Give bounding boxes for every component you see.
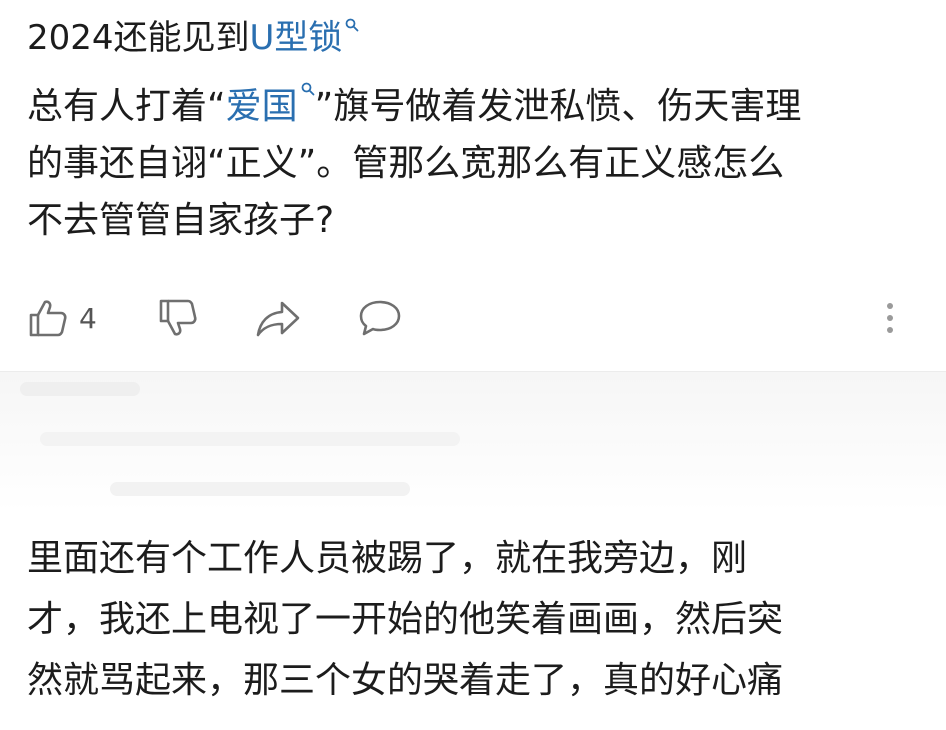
placeholder-bar — [40, 432, 460, 446]
more-vertical-icon — [887, 303, 893, 333]
body-text-segment: 总有人打着“ — [27, 86, 226, 127]
search-link-label: U型锁 — [249, 18, 343, 58]
comment-title: 2024还能见到U型锁 — [27, 14, 359, 62]
blurred-content-area — [0, 372, 946, 512]
like-count: 4 — [79, 301, 97, 335]
search-link-patriotism[interactable]: 爱国 — [225, 82, 315, 127]
comment-body-line: 才，我还上电视了一开始的他笑着画画，然后突 — [27, 599, 784, 640]
dislike-button[interactable] — [157, 290, 199, 346]
placeholder-bar — [110, 482, 410, 496]
comment-body-line: 总有人打着“爱国 ”旗号做着发泄私愤、伤天害理 — [27, 78, 919, 135]
comment-body: 里面还有个工作人员被踢了，就在我旁边，刚 才，我还上电视了一开始的他笑着画画，然… — [27, 528, 919, 711]
reply-button[interactable] — [357, 290, 403, 346]
comment-body-line: 里面还有个工作人员被踢了，就在我旁边，刚 — [27, 538, 748, 579]
share-button[interactable] — [255, 290, 301, 346]
like-button[interactable]: 4 — [27, 290, 97, 346]
search-icon — [301, 82, 315, 96]
comment-icon — [359, 300, 401, 336]
search-link-label: 爱国 — [225, 86, 298, 127]
comment-body: 总有人打着“爱国 ”旗号做着发泄私愤、伤天害理 的事还自诩“正义”。管那么宽那么有… — [27, 78, 919, 249]
more-options-button[interactable] — [880, 290, 900, 346]
comment-body-line: 然就骂起来，那三个女的哭着走了，真的好心痛 — [27, 660, 784, 701]
comment-body-line: 不去管管自家孩子? — [27, 200, 335, 241]
comment-body-line: 的事还自诩“正义”。管那么宽那么有正义感怎么 — [27, 143, 785, 184]
comment-actions: 4 — [0, 290, 946, 346]
comment-card: 2024还能见到U型锁 总有人打着“爱国 ”旗号做着发泄私愤、伤天害理 的事还自诩… — [0, 0, 946, 372]
thumbs-up-icon — [29, 300, 67, 337]
body-text-segment: ”旗号做着发泄私愤、伤天害理 — [314, 86, 802, 127]
share-icon — [256, 301, 300, 337]
search-link-u-lock[interactable]: U型锁 — [250, 18, 360, 58]
placeholder-bar — [20, 382, 140, 396]
search-icon — [346, 18, 359, 32]
title-text: 2024还能见到 — [27, 18, 250, 58]
thumbs-down-icon — [159, 299, 197, 336]
